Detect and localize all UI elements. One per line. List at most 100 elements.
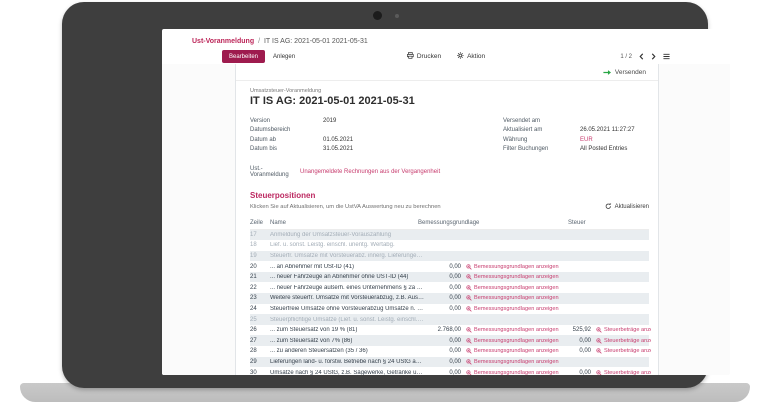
table-row: 28... zu anderen Steuersätzen (35 / 36)0… (250, 346, 649, 357)
field-value: 2019 (323, 118, 336, 124)
base-amounts-link[interactable]: Bemessungsgrundlagen anzeigen (461, 370, 560, 375)
field-value: All Posted Entries (580, 146, 627, 152)
uva-label: Ust.-Voranmeldung (250, 166, 300, 178)
row-name: ... zum Steuersatz von 7% (86) (270, 338, 428, 344)
hint-row: Klicken Sie auf Aktualisieren, um die Us… (250, 203, 649, 212)
table-row: 20... an Abnehmer mit USt-ID (41)0,00Bem… (250, 261, 649, 272)
base-link-label: Bemessungsgrundlagen anzeigen (474, 370, 559, 375)
row-line-number: 23 (250, 295, 270, 301)
refresh-button[interactable]: Aktualisieren (605, 203, 649, 212)
row-base-value: 0,00 (428, 359, 461, 365)
column-header-base: Bemessungsgrundlage (418, 220, 568, 226)
table-row: 29Lieferungen land- u. forstw. Betriebe … (250, 357, 649, 368)
list-menu-icon[interactable] (663, 53, 670, 60)
column-header-line: Zeile (250, 220, 270, 226)
row-tax-value: 0,00 (560, 338, 591, 344)
table-row: 30Umsätze nach § 24 UStG, z.B. Sägewerke… (250, 367, 649, 375)
refresh-icon (605, 203, 612, 212)
row-name: Lief. u. sonst. Leistg. einschl. unentg.… (270, 242, 428, 248)
field-waehrung: Währung EUR (503, 135, 649, 145)
base-link-label: Bemessungsgrundlagen anzeigen (474, 338, 559, 344)
row-base-value: 0,00 (428, 285, 461, 291)
field-versendet-am: Versendet am (503, 116, 649, 126)
row-tax-value: 525,92 (560, 327, 591, 333)
row-line-number: 22 (250, 285, 270, 291)
base-amounts-link[interactable]: Bemessungsgrundlagen anzeigen (461, 274, 560, 280)
chevron-right-icon[interactable] (651, 53, 656, 60)
gear-icon (457, 52, 464, 61)
send-arrow-icon (603, 63, 611, 81)
base-amounts-link[interactable]: Bemessungsgrundlagen anzeigen (461, 327, 560, 333)
toolbar-right: 1 / 2 (620, 53, 670, 60)
row-name: Lieferungen land- u. forstw. Betriebe na… (270, 359, 428, 365)
tax-link-label: Steuerbeträge anzeigen (604, 327, 651, 333)
field-datum-ab: Datum ab 01.05.2021 (250, 135, 503, 145)
create-button[interactable]: Anlegen (268, 50, 300, 63)
field-label: Aktualisiert am (503, 127, 580, 133)
tax-amounts-link[interactable]: Steuerbeträge anzeigen (591, 327, 651, 333)
base-link-label: Bemessungsgrundlagen anzeigen (474, 348, 559, 354)
field-datum-bis: Datum bis 31.05.2021 (250, 145, 503, 155)
base-amounts-link[interactable]: Bemessungsgrundlagen anzeigen (461, 338, 560, 344)
base-amounts-link[interactable]: Bemessungsgrundlagen anzeigen (461, 348, 560, 354)
table-row: 19Steuerfr. Umsätze mit Vorsteuerabz. in… (250, 251, 649, 262)
row-name: Steuerpflichtige Umsätze (Lief. u. sonst… (270, 317, 428, 323)
tax-table-body: 17Anmeldung der Umsatzsteuer-Vorauszahlu… (250, 230, 649, 376)
tax-amounts-link[interactable]: Steuerbeträge anzeigen (591, 348, 651, 354)
row-name: ... zu anderen Steuersätzen (35 / 36) (270, 348, 428, 354)
tax-amounts-link[interactable]: Steuerbeträge anzeigen (591, 370, 651, 375)
row-base-value: 0,00 (428, 274, 461, 280)
print-label: Drucken (417, 53, 441, 60)
chevron-left-icon[interactable] (639, 53, 644, 60)
base-amounts-link[interactable]: Bemessungsgrundlagen anzeigen (461, 264, 560, 270)
row-line-number: 25 (250, 317, 270, 323)
row-line-number: 17 (250, 232, 270, 238)
row-line-number: 27 (250, 338, 270, 344)
field-label: Version (250, 118, 323, 124)
row-line-number: 29 (250, 359, 270, 365)
printer-icon (407, 52, 414, 61)
action-label: Aktion (467, 53, 485, 60)
row-base-value: 2.768,00 (428, 327, 461, 333)
table-row: 27... zum Steuersatz von 7% (86)0,00Beme… (250, 335, 649, 346)
base-link-label: Bemessungsgrundlagen anzeigen (474, 274, 559, 280)
uva-row: Ust.-Voranmeldung Unangemeldete Rechnung… (250, 166, 649, 178)
base-amounts-link[interactable]: Bemessungsgrundlagen anzeigen (461, 359, 560, 365)
form-grid: Version 2019 Datumsbereich Datum ab 01.0… (250, 116, 649, 154)
laptop-mockup: Ust-Voranmeldung / IT IS AG: 2021-05-01 … (0, 0, 770, 402)
tax-link-label: Steuerbeträge anzeigen (604, 348, 651, 354)
base-amounts-link[interactable]: Bemessungsgrundlagen anzeigen (461, 285, 560, 291)
send-button[interactable]: Versenden (615, 69, 646, 76)
row-name: Umsätze nach § 24 UStG, z.B. Sägewerke, … (270, 370, 428, 375)
row-base-value: 0,00 (428, 338, 461, 344)
tax-amounts-link[interactable]: Steuerbeträge anzeigen (591, 338, 651, 344)
webcam-dot (373, 11, 382, 20)
base-amounts-link[interactable]: Bemessungsgrundlagen anzeigen (461, 306, 560, 312)
table-row: 24Steuerfreie Umsätze ohne Vorsteuerabzu… (250, 304, 649, 315)
laptop-bezel: Ust-Voranmeldung / IT IS AG: 2021-05-01 … (62, 2, 708, 388)
field-label: Datum bis (250, 146, 323, 152)
base-link-label: Bemessungsgrundlagen anzeigen (474, 306, 559, 312)
document-card: Versenden Umsatzsteuer-Voranmeldung IT I… (235, 64, 659, 375)
doctype-label: Umsatzsteuer-Voranmeldung (250, 88, 649, 94)
refresh-label: Aktualisieren (615, 204, 649, 210)
base-amounts-link[interactable]: Bemessungsgrundlagen anzeigen (461, 295, 560, 301)
field-value: 31.05.2021 (323, 146, 353, 152)
print-button[interactable]: Drucken (407, 52, 441, 61)
form-column-right: Versendet am Aktualisiert am 26.05.2021 … (503, 116, 649, 154)
breadcrumb-doctype-link[interactable]: Ust-Voranmeldung (192, 38, 254, 45)
edit-button[interactable]: Bearbeiten (222, 50, 265, 63)
unreported-invoices-link[interactable]: Unangemeldete Rechnungen aus der Vergang… (300, 169, 440, 175)
row-tax-value: 0,00 (560, 370, 591, 375)
app-screen: Ust-Voranmeldung / IT IS AG: 2021-05-01 … (162, 29, 730, 375)
card-body: Umsatzsteuer-Voranmeldung IT IS AG: 2021… (236, 81, 658, 375)
table-row: 17Anmeldung der Umsatzsteuer-Vorauszahlu… (250, 230, 649, 241)
row-line-number: 28 (250, 348, 270, 354)
field-aktualisiert-am: Aktualisiert am 26.05.2021 11:27:27 (503, 126, 649, 136)
page-title: IT IS AG: 2021-05-01 2021-05-31 (250, 95, 649, 107)
column-header-name: Name (270, 220, 418, 226)
tax-positions-heading: Steuerpositionen (250, 191, 649, 200)
action-menu-button[interactable]: Aktion (457, 52, 485, 61)
currency-link[interactable]: EUR (580, 137, 593, 143)
base-link-label: Bemessungsgrundlagen anzeigen (474, 264, 559, 270)
